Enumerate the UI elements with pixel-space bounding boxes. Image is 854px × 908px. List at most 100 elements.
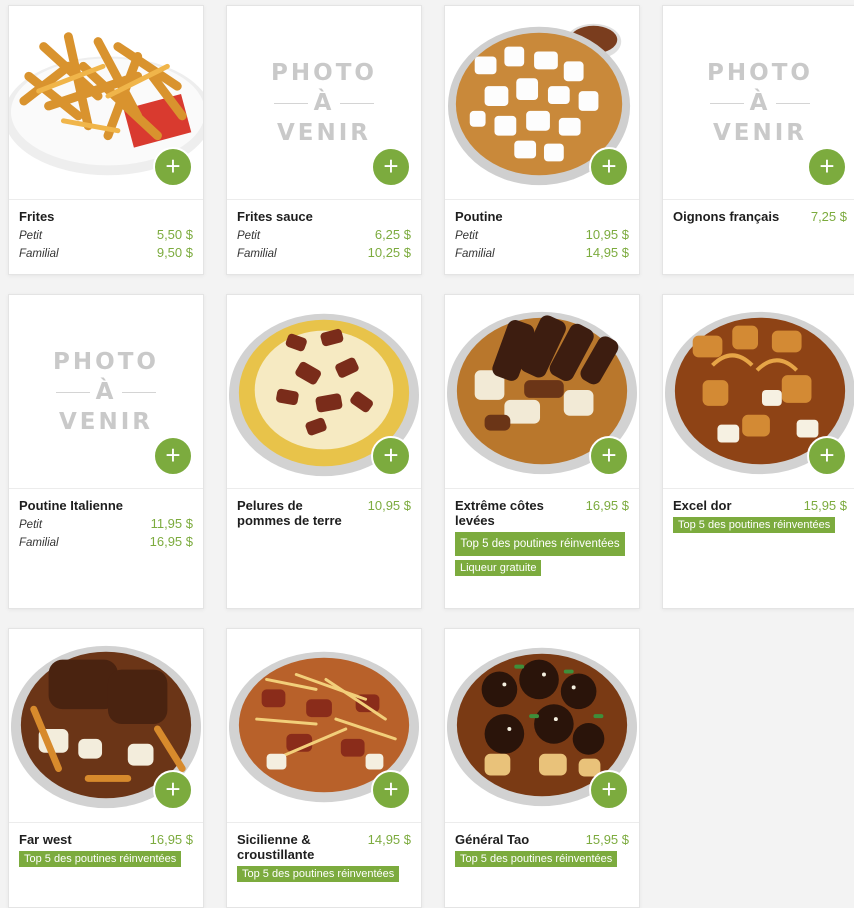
- plus-icon: +: [383, 440, 399, 470]
- menu-card-frites-sauce[interactable]: PHOTO À VENIR + Frites sauce Petit 6,25 $…: [226, 5, 422, 275]
- menu-card-frites[interactable]: + Frites Petit 5,50 $ Familial 9,50 $: [8, 5, 204, 275]
- add-to-cart-button[interactable]: +: [153, 770, 193, 810]
- size-price: 10,25 $: [367, 245, 411, 260]
- size-price: 5,50 $: [156, 227, 193, 242]
- top5-badge: Top 5 des poutines réinventées: [237, 866, 400, 882]
- item-info: Poutine Petit 10,95 $ Familial 14,95 $: [445, 200, 639, 266]
- size-price: 14,95 $: [585, 245, 629, 260]
- menu-card-poutine[interactable]: + Poutine Petit 10,95 $ Familial 14,95 $: [444, 5, 640, 275]
- size-options: Petit 11,95 $ Familial 16,95 $: [19, 516, 193, 549]
- photo-placeholder: PHOTO À VENIR: [227, 58, 421, 148]
- item-photo: +: [9, 6, 203, 200]
- add-to-cart-button[interactable]: +: [153, 147, 193, 187]
- item-price: 15,95 $: [585, 832, 629, 847]
- size-label: Petit: [455, 230, 479, 242]
- size-label: Petit: [19, 519, 43, 531]
- photo-placeholder: PHOTO À VENIR: [9, 347, 203, 437]
- item-info: Extrême côtes levées 16,95 $ Top 5 des po…: [445, 489, 639, 582]
- top5-badge: Top 5 des poutines réinventées: [455, 532, 625, 556]
- plus-icon: +: [601, 151, 617, 181]
- placeholder-line: À: [749, 90, 771, 116]
- add-to-cart-button[interactable]: +: [589, 770, 629, 810]
- add-to-cart-button[interactable]: +: [371, 436, 411, 476]
- size-option[interactable]: Petit 5,50 $: [19, 227, 193, 242]
- add-to-cart-button[interactable]: +: [589, 147, 629, 187]
- item-info: Pelures de pommes de terre 10,95 $: [227, 489, 421, 534]
- add-to-cart-button[interactable]: +: [153, 436, 193, 476]
- top5-badge: Top 5 des poutines réinventées: [19, 851, 182, 867]
- size-option[interactable]: Petit 10,95 $: [455, 227, 629, 242]
- plus-icon: +: [383, 774, 399, 804]
- item-price: 14,95 $: [367, 832, 411, 847]
- size-price: 16,95 $: [149, 534, 193, 549]
- item-photo: PHOTO À VENIR +: [663, 6, 854, 200]
- item-name: Général Tao: [455, 832, 530, 847]
- add-to-cart-button[interactable]: +: [589, 436, 629, 476]
- item-photo: +: [445, 629, 639, 823]
- item-info: Frites sauce Petit 6,25 $ Familial 10,25 $: [227, 200, 421, 266]
- item-photo: +: [445, 6, 639, 200]
- item-info: Far west 16,95 $ Top 5 des poutines réinv…: [9, 823, 203, 873]
- plus-icon: +: [165, 774, 181, 804]
- menu-card-pelures[interactable]: + Pelures de pommes de terre 10,95 $: [226, 294, 422, 609]
- item-name: Frites sauce: [237, 209, 313, 224]
- item-price: 10,95 $: [367, 498, 411, 513]
- item-photo: +: [227, 629, 421, 823]
- size-option[interactable]: Familial 16,95 $: [19, 534, 193, 549]
- plus-icon: +: [819, 151, 835, 181]
- top5-badge: Top 5 des poutines réinventées: [673, 517, 836, 533]
- size-option[interactable]: Petit 11,95 $: [19, 516, 193, 531]
- item-photo: +: [9, 629, 203, 823]
- menu-card-poutine-italienne[interactable]: PHOTO À VENIR + Poutine Italienne Petit 1…: [8, 294, 204, 609]
- photo-placeholder: PHOTO À VENIR: [663, 58, 854, 148]
- placeholder-line: PHOTO: [53, 349, 159, 375]
- size-label: Familial: [19, 248, 59, 260]
- top5-badge: Top 5 des poutines réinventées: [455, 851, 618, 867]
- placeholder-line: VENIR: [712, 120, 808, 146]
- plus-icon: +: [601, 774, 617, 804]
- placeholder-line: PHOTO: [271, 60, 377, 86]
- menu-card-far-west[interactable]: + Far west 16,95 $ Top 5 des poutines réi…: [8, 628, 204, 908]
- size-option[interactable]: Petit 6,25 $: [237, 227, 411, 242]
- menu-card-excel-dor[interactable]: + Excel dor 15,95 $ Top 5 des poutines ré…: [662, 294, 854, 609]
- item-info: Oignons français 7,25 $: [663, 200, 854, 230]
- menu-card-extreme-cotes-levees[interactable]: + Extrême côtes levées 16,95 $ Top 5 des …: [444, 294, 640, 609]
- menu-card-sicilienne[interactable]: + Sicilienne & croustillante 14,95 $ Top …: [226, 628, 422, 908]
- size-options: Petit 6,25 $ Familial 10,25 $: [237, 227, 411, 260]
- add-to-cart-button[interactable]: +: [807, 436, 847, 476]
- size-price: 11,95 $: [150, 516, 193, 531]
- add-to-cart-button[interactable]: +: [371, 770, 411, 810]
- size-label: Familial: [237, 248, 277, 260]
- item-price: 16,95 $: [149, 832, 193, 847]
- plus-icon: +: [165, 440, 181, 470]
- size-options: Petit 5,50 $ Familial 9,50 $: [19, 227, 193, 260]
- add-to-cart-button[interactable]: +: [807, 147, 847, 187]
- size-price: 6,25 $: [374, 227, 411, 242]
- size-option[interactable]: Familial 10,25 $: [237, 245, 411, 260]
- size-option[interactable]: Familial 9,50 $: [19, 245, 193, 260]
- add-to-cart-button[interactable]: +: [371, 147, 411, 187]
- menu-card-oignons-francais[interactable]: PHOTO À VENIR + Oignons français 7,25 $: [662, 5, 854, 275]
- free-drink-badge: Liqueur gratuite: [455, 560, 542, 576]
- placeholder-line: PHOTO: [707, 60, 813, 86]
- item-name: Extrême côtes levées: [455, 498, 544, 528]
- plus-icon: +: [383, 151, 399, 181]
- menu-grid: + Frites Petit 5,50 $ Familial 9,50 $ PHOT…: [0, 0, 854, 908]
- item-photo: PHOTO À VENIR +: [9, 295, 203, 489]
- size-label: Petit: [19, 230, 43, 242]
- size-option[interactable]: Familial 14,95 $: [455, 245, 629, 260]
- placeholder-line: À: [313, 90, 335, 116]
- item-photo: +: [663, 295, 854, 489]
- item-info: Général Tao 15,95 $ Top 5 des poutines ré…: [445, 823, 639, 873]
- item-name: Excel dor: [673, 498, 732, 513]
- placeholder-line: À: [95, 379, 117, 405]
- item-price: 16,95 $: [585, 498, 629, 513]
- item-price: 7,25 $: [810, 209, 847, 224]
- plus-icon: +: [601, 440, 617, 470]
- item-price: 15,95 $: [803, 498, 847, 513]
- item-name: Pelures de pommes de terre: [237, 498, 342, 528]
- menu-card-general-tao[interactable]: + Général Tao 15,95 $ Top 5 des poutines …: [444, 628, 640, 908]
- size-label: Petit: [237, 230, 261, 242]
- size-label: Familial: [455, 248, 495, 260]
- item-info: Poutine Italienne Petit 11,95 $ Familial 1…: [9, 489, 203, 555]
